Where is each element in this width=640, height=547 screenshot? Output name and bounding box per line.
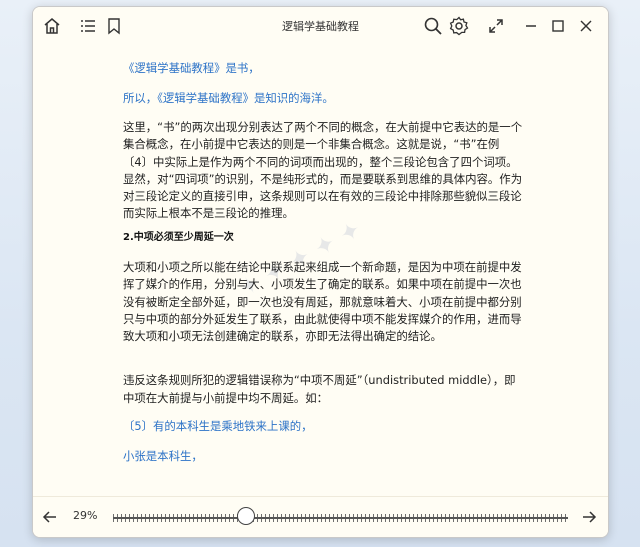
gear-icon[interactable] <box>448 15 470 37</box>
home-icon[interactable] <box>41 15 63 37</box>
progress-bar-area: 29% <box>33 496 608 537</box>
example-line-1: 〔5〕有的本科生是乘地铁来上课的， <box>123 419 313 433</box>
search-icon[interactable] <box>422 15 444 37</box>
rule-paragraph: 大项和小项之所以能在结论中联系起来组成一个新命题，是因为中项在前提中发挥了媒介的… <box>123 260 522 344</box>
section-heading: 2.中项必须至少周延一次 <box>123 232 234 243</box>
progress-thumb[interactable] <box>236 507 255 525</box>
maximize-icon[interactable] <box>547 15 569 37</box>
expand-icon[interactable] <box>485 15 507 37</box>
arrow-left-icon[interactable] <box>39 506 61 528</box>
example-line-2: 小张是本科生， <box>123 449 203 463</box>
explanation-paragraph: 这里，“书”的两次出现分别表达了两个不同的概念，在大前提中它表达的是一个集合概念… <box>123 120 523 221</box>
poem-line-1: 《逻辑学基础教程》是书， <box>123 61 260 75</box>
poem-line-2: 所以，《逻辑学基础教程》是知识的海洋。 <box>123 91 334 105</box>
title-bar: 逻辑学基础教程 <box>33 7 608 46</box>
reader-window: 逻辑学基础教程 ✦ ✦ ✦ ✦ ✦ 《逻辑学基础教程》是书， 所以，《逻辑学基础… <box>32 6 609 538</box>
minimize-icon[interactable] <box>520 15 542 37</box>
progress-percent: 29% <box>73 509 98 522</box>
list-icon[interactable] <box>77 15 99 37</box>
fallacy-paragraph: 违反这条规则所犯的逻辑错误称为“中项不周延”（undistributed mid… <box>123 373 516 405</box>
arrow-right-icon[interactable] <box>578 506 600 528</box>
progress-ticks <box>113 514 568 522</box>
close-icon[interactable] <box>575 15 597 37</box>
bookmark-icon[interactable] <box>103 15 125 37</box>
window-title: 逻辑学基础教程 <box>282 20 359 33</box>
reading-area[interactable]: ✦ ✦ ✦ ✦ ✦ 《逻辑学基础教程》是书， 所以，《逻辑学基础教程》是知识的海… <box>33 45 608 497</box>
